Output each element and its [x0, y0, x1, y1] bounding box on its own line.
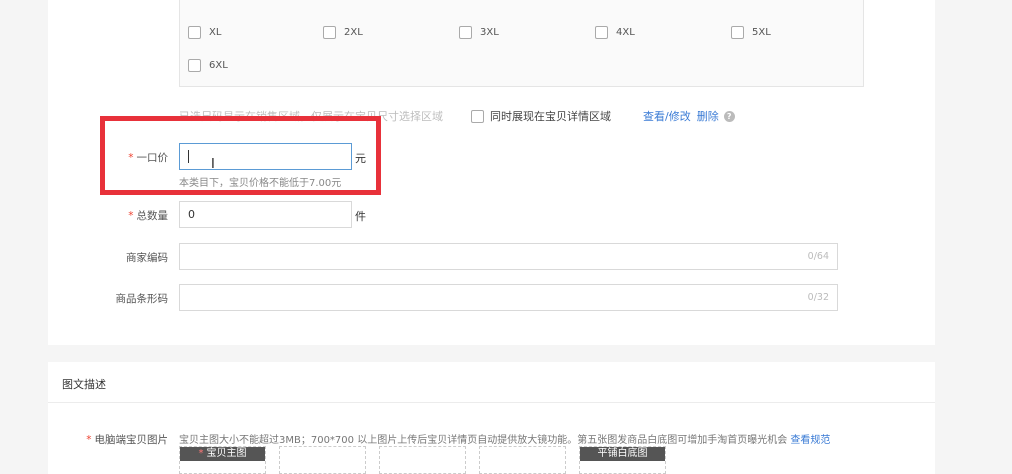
show-in-detail-checkbox[interactable]: [471, 109, 484, 123]
price-label: * 一口价: [48, 150, 168, 165]
size-label: 4XL: [616, 26, 635, 38]
price-unit: 元: [355, 152, 366, 165]
size-label: 3XL: [480, 26, 499, 38]
size-option-6xl[interactable]: 6XL: [188, 57, 228, 73]
sku-form-card: XL 2XL 3XL 4XL 5XL 6XL 已选尺码显示在销售区域，仅展示在宝…: [48, 0, 935, 345]
size-display-note: 已选尺码显示在销售区域，仅展示在宝贝尺寸选择区域 同时展现在宝贝详情区域 查看/…: [179, 107, 739, 125]
barcode-label: 商品条形码: [115, 293, 169, 305]
size-options-panel: XL 2XL 3XL 4XL 5XL 6XL: [179, 0, 864, 87]
size-option-5xl[interactable]: 5XL: [731, 24, 771, 40]
size-label: 6XL: [209, 59, 228, 71]
help-icon[interactable]: ?: [723, 110, 735, 122]
price-input[interactable]: [179, 143, 352, 170]
image-slot[interactable]: [279, 446, 366, 474]
delete-link[interactable]: 删除: [697, 108, 719, 124]
main-image-slot-label: 宝贝主图: [206, 448, 247, 459]
size-option-xl[interactable]: XL: [188, 24, 221, 40]
display-note-text: 已选尺码显示在销售区域，仅展示在宝贝尺寸选择区域: [179, 110, 443, 123]
pc-images-hint-text: 宝贝主图大小不能超过3MB；700*700 以上图片上传后宝贝详情页自动提供放大…: [179, 435, 788, 446]
merchant-code-counter: 0/64: [807, 251, 829, 262]
merchant-code-input[interactable]: 0/64: [179, 243, 838, 270]
quantity-unit: 件: [355, 210, 366, 223]
size-option-2xl[interactable]: 2XL: [323, 24, 363, 40]
pc-images-hint: 宝贝主图大小不能超过3MB；700*700 以上图片上传后宝贝详情页自动提供放大…: [179, 431, 830, 446]
pc-images-label-text: 电脑端宝贝图片: [94, 434, 169, 446]
view-spec-link[interactable]: 查看规范: [790, 435, 830, 446]
size-label: XL: [209, 26, 222, 38]
pc-images-label: * 电脑端宝贝图片: [48, 432, 168, 447]
quantity-label-text: 总数量: [136, 210, 169, 222]
size-checkbox[interactable]: [595, 25, 608, 39]
main-image-slot-header: * 宝贝主图: [180, 447, 265, 461]
size-option-4xl[interactable]: 4XL: [595, 24, 635, 40]
required-mark: *: [198, 448, 204, 459]
ibeam-cursor-icon: I: [211, 157, 215, 172]
show-in-detail-label: 同时展现在宝贝详情区域: [490, 110, 611, 123]
white-bg-slot-header: 平铺白底图: [580, 447, 665, 461]
view-edit-link[interactable]: 查看/修改: [643, 108, 691, 124]
quantity-value: 0: [188, 208, 195, 221]
quantity-input[interactable]: 0: [179, 201, 352, 228]
main-image-slot[interactable]: * 宝贝主图: [179, 446, 266, 474]
description-card: 图文描述 * 电脑端宝贝图片 宝贝主图大小不能超过3MB；700*700 以上图片…: [48, 362, 935, 474]
section-divider: [48, 402, 935, 403]
required-mark: *: [128, 152, 134, 164]
required-mark: *: [86, 434, 92, 446]
image-slot[interactable]: [479, 446, 566, 474]
size-checkbox[interactable]: [459, 25, 472, 39]
white-bg-image-slot[interactable]: 平铺白底图: [579, 446, 666, 474]
size-checkbox[interactable]: [731, 25, 744, 39]
quantity-label: * 总数量: [48, 208, 168, 223]
size-checkbox[interactable]: [188, 58, 201, 72]
section-title: 图文描述: [62, 378, 106, 391]
size-checkbox[interactable]: [323, 25, 336, 39]
barcode-counter: 0/32: [807, 292, 829, 303]
text-caret: [188, 150, 189, 163]
size-option-3xl[interactable]: 3XL: [459, 24, 499, 40]
price-label-text: 一口价: [136, 152, 169, 164]
size-checkbox[interactable]: [188, 25, 201, 39]
required-mark: *: [128, 210, 134, 222]
merchant-code-label: 商家编码: [126, 252, 168, 264]
size-label: 2XL: [344, 26, 363, 38]
image-slot[interactable]: [379, 446, 466, 474]
price-hint: 本类目下，宝贝价格不能低于7.00元: [179, 178, 342, 189]
barcode-input[interactable]: 0/32: [179, 284, 838, 311]
size-label: 5XL: [752, 26, 771, 38]
